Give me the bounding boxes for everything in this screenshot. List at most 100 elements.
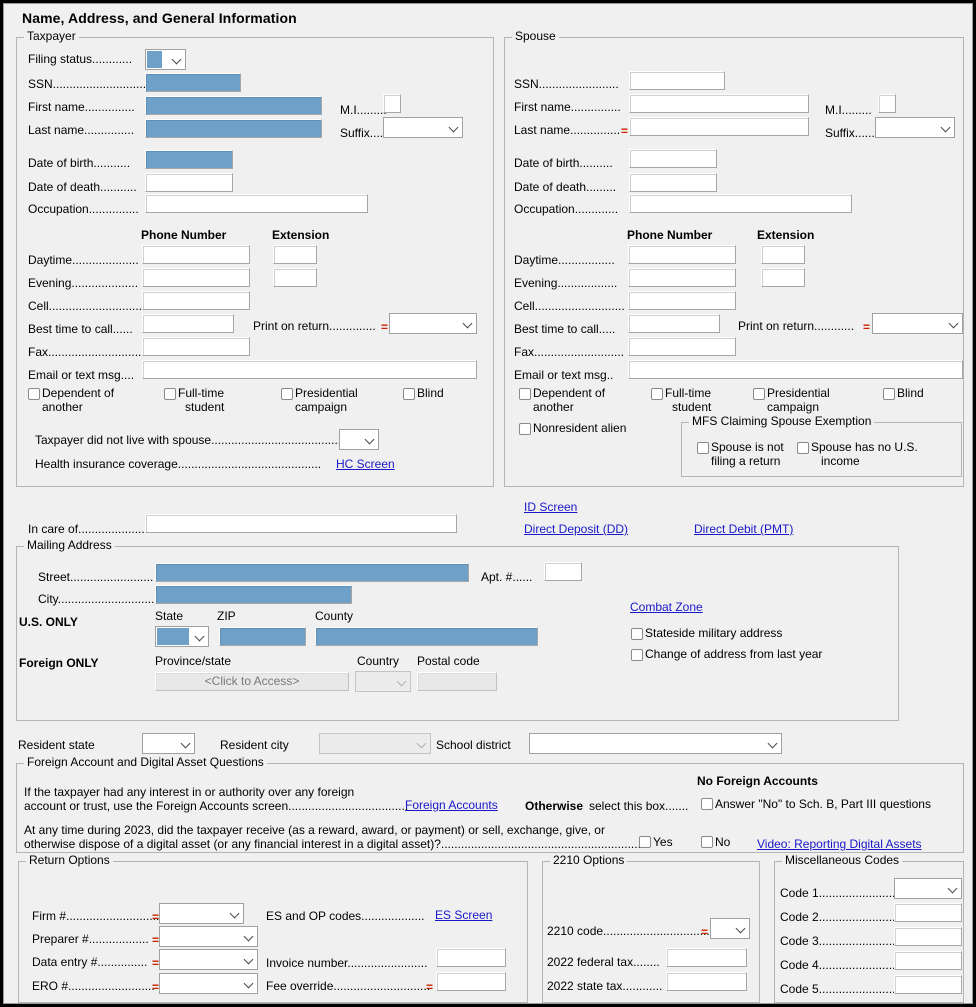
taxpayer-cell-input[interactable] — [142, 291, 250, 310]
resident-city-label: Resident city — [220, 738, 289, 752]
foreign-account-questions-legend: Foreign Account and Digital Asset Questi… — [24, 756, 267, 768]
spouse-daytime-input[interactable] — [628, 245, 736, 264]
taxpayer-suffix-select[interactable] — [383, 117, 463, 138]
zip-input[interactable] — [219, 627, 306, 646]
spouse-email-input[interactable] — [628, 360, 963, 379]
code-4-input[interactable] — [894, 951, 962, 970]
code-2210-select[interactable] — [710, 918, 750, 939]
in-care-of-input[interactable] — [145, 514, 457, 533]
mfs-spouse-not-filing-checkbox[interactable] — [697, 442, 709, 454]
code-5-input[interactable] — [894, 975, 962, 994]
combat-zone-link[interactable]: Combat Zone — [630, 600, 703, 614]
province-input[interactable]: <Click to Access> — [155, 672, 349, 691]
video-reporting-digital-assets-link[interactable]: Video: Reporting Digital Assets — [757, 837, 922, 851]
id-screen-link[interactable]: ID Screen — [524, 500, 577, 514]
taxpayer-print-on-return-select[interactable] — [389, 313, 477, 334]
taxpayer-last-name-input[interactable] — [145, 119, 322, 138]
spouse-nonresident-alien-checkbox[interactable] — [519, 423, 531, 435]
taxpayer-did-not-live-with-spouse-select[interactable] — [339, 429, 379, 450]
data-entry-number-label: Data entry #............... — [32, 955, 147, 969]
taxpayer-evening-input[interactable] — [142, 268, 250, 287]
spouse-dod-input[interactable] — [629, 173, 717, 192]
street-input[interactable] — [155, 563, 469, 582]
mfs-spouse-no-us-income-label-line2: income — [821, 454, 860, 468]
change-of-address-checkbox[interactable] — [631, 649, 643, 661]
spouse-dob-input[interactable] — [629, 149, 717, 168]
spouse-fax-input[interactable] — [628, 337, 736, 356]
taxpayer-dependent-of-another-checkbox[interactable] — [28, 388, 40, 400]
code-1-select[interactable] — [894, 878, 962, 899]
postal-code-input[interactable] — [417, 672, 497, 691]
spouse-best-time-input[interactable] — [628, 314, 720, 333]
ero-number-select[interactable] — [159, 973, 258, 994]
taxpayer-blind-checkbox[interactable] — [403, 388, 415, 400]
taxpayer-evening-ext-input[interactable] — [273, 268, 317, 287]
digital-asset-yes-checkbox[interactable] — [639, 836, 651, 848]
foreign-accounts-link[interactable]: Foreign Accounts — [405, 798, 498, 812]
taxpayer-fulltime-student-checkbox[interactable] — [164, 388, 176, 400]
taxpayer-daytime-ext-input[interactable] — [273, 245, 317, 264]
fee-override-input[interactable] — [436, 972, 506, 991]
taxpayer-dod-input[interactable] — [145, 173, 233, 192]
city-input[interactable] — [155, 585, 352, 604]
preparer-number-select[interactable] — [159, 926, 258, 947]
code-2-input[interactable] — [894, 903, 962, 922]
taxpayer-occupation-input[interactable] — [145, 194, 368, 213]
taxpayer-blind-label: Blind — [417, 386, 444, 400]
spouse-dependent-of-another-label-line2: another — [533, 400, 574, 414]
spouse-presidential-campaign-checkbox[interactable] — [753, 388, 765, 400]
digital-asset-no-checkbox[interactable] — [701, 836, 713, 848]
stateside-military-address-checkbox[interactable] — [631, 628, 643, 640]
spouse-print-on-return-select[interactable] — [872, 313, 963, 334]
state-select[interactable] — [155, 626, 209, 647]
taxpayer-daytime-input[interactable] — [142, 245, 250, 264]
state-tax-2022-input[interactable] — [666, 972, 747, 991]
es-screen-link[interactable]: ES Screen — [435, 908, 492, 922]
resident-city-select[interactable] — [319, 733, 431, 754]
code-2210-label: 2210 code...............................… — [547, 924, 713, 938]
taxpayer-presidential-campaign-checkbox[interactable] — [281, 388, 293, 400]
taxpayer-did-not-live-with-spouse-label: Taxpayer did not live with spouse.......… — [35, 433, 341, 447]
spouse-occupation-input[interactable] — [629, 194, 852, 213]
spouse-suffix-select[interactable] — [875, 117, 955, 138]
taxpayer-fulltime-student-label-line1: Full-time — [178, 386, 224, 400]
filing-status-select-arrow[interactable] — [162, 49, 186, 70]
spouse-mi-input[interactable] — [878, 94, 896, 113]
invoice-number-input[interactable] — [436, 948, 506, 967]
spouse-cell-input[interactable] — [628, 291, 736, 310]
spouse-fulltime-student-checkbox[interactable] — [651, 388, 663, 400]
resident-state-select[interactable] — [142, 733, 195, 754]
school-district-select[interactable] — [529, 733, 782, 754]
taxpayer-presidential-campaign-label-line1: Presidential — [295, 386, 358, 400]
direct-deposit-link[interactable]: Direct Deposit (DD) — [524, 522, 628, 536]
spouse-ssn-input[interactable] — [629, 71, 725, 90]
answer-no-sch-b-checkbox[interactable] — [701, 798, 713, 810]
spouse-first-name-input[interactable] — [629, 94, 809, 113]
taxpayer-best-time-input[interactable] — [142, 314, 234, 333]
spouse-daytime-ext-input[interactable] — [761, 245, 805, 264]
taxpayer-email-input[interactable] — [142, 360, 477, 379]
code-3-input[interactable] — [894, 927, 962, 946]
taxpayer-dob-input[interactable] — [145, 150, 233, 169]
direct-debit-link[interactable]: Direct Debit (PMT) — [694, 522, 793, 536]
federal-tax-2022-input[interactable] — [666, 948, 747, 967]
taxpayer-fax-input[interactable] — [142, 337, 250, 356]
mfs-spouse-no-us-income-checkbox[interactable] — [797, 442, 809, 454]
spouse-blind-checkbox[interactable] — [883, 388, 895, 400]
spouse-evening-input[interactable] — [628, 268, 736, 287]
taxpayer-print-on-return-required-marker: = — [381, 321, 388, 333]
spouse-last-name-required-marker: = — [621, 125, 628, 137]
taxpayer-first-name-input[interactable] — [145, 96, 322, 115]
county-input[interactable] — [315, 627, 538, 646]
spouse-evening-ext-input[interactable] — [761, 268, 805, 287]
country-select[interactable] — [355, 671, 411, 692]
firm-number-select[interactable] — [159, 903, 244, 924]
taxpayer-presidential-campaign-label-line2: campaign — [295, 400, 347, 414]
taxpayer-mi-input[interactable] — [383, 94, 401, 113]
spouse-last-name-input[interactable] — [629, 117, 809, 136]
apt-input[interactable] — [544, 562, 582, 581]
spouse-dependent-of-another-checkbox[interactable] — [519, 388, 531, 400]
hc-screen-link[interactable]: HC Screen — [336, 457, 395, 471]
taxpayer-ssn-input[interactable] — [145, 73, 241, 92]
data-entry-number-select[interactable] — [159, 949, 258, 970]
